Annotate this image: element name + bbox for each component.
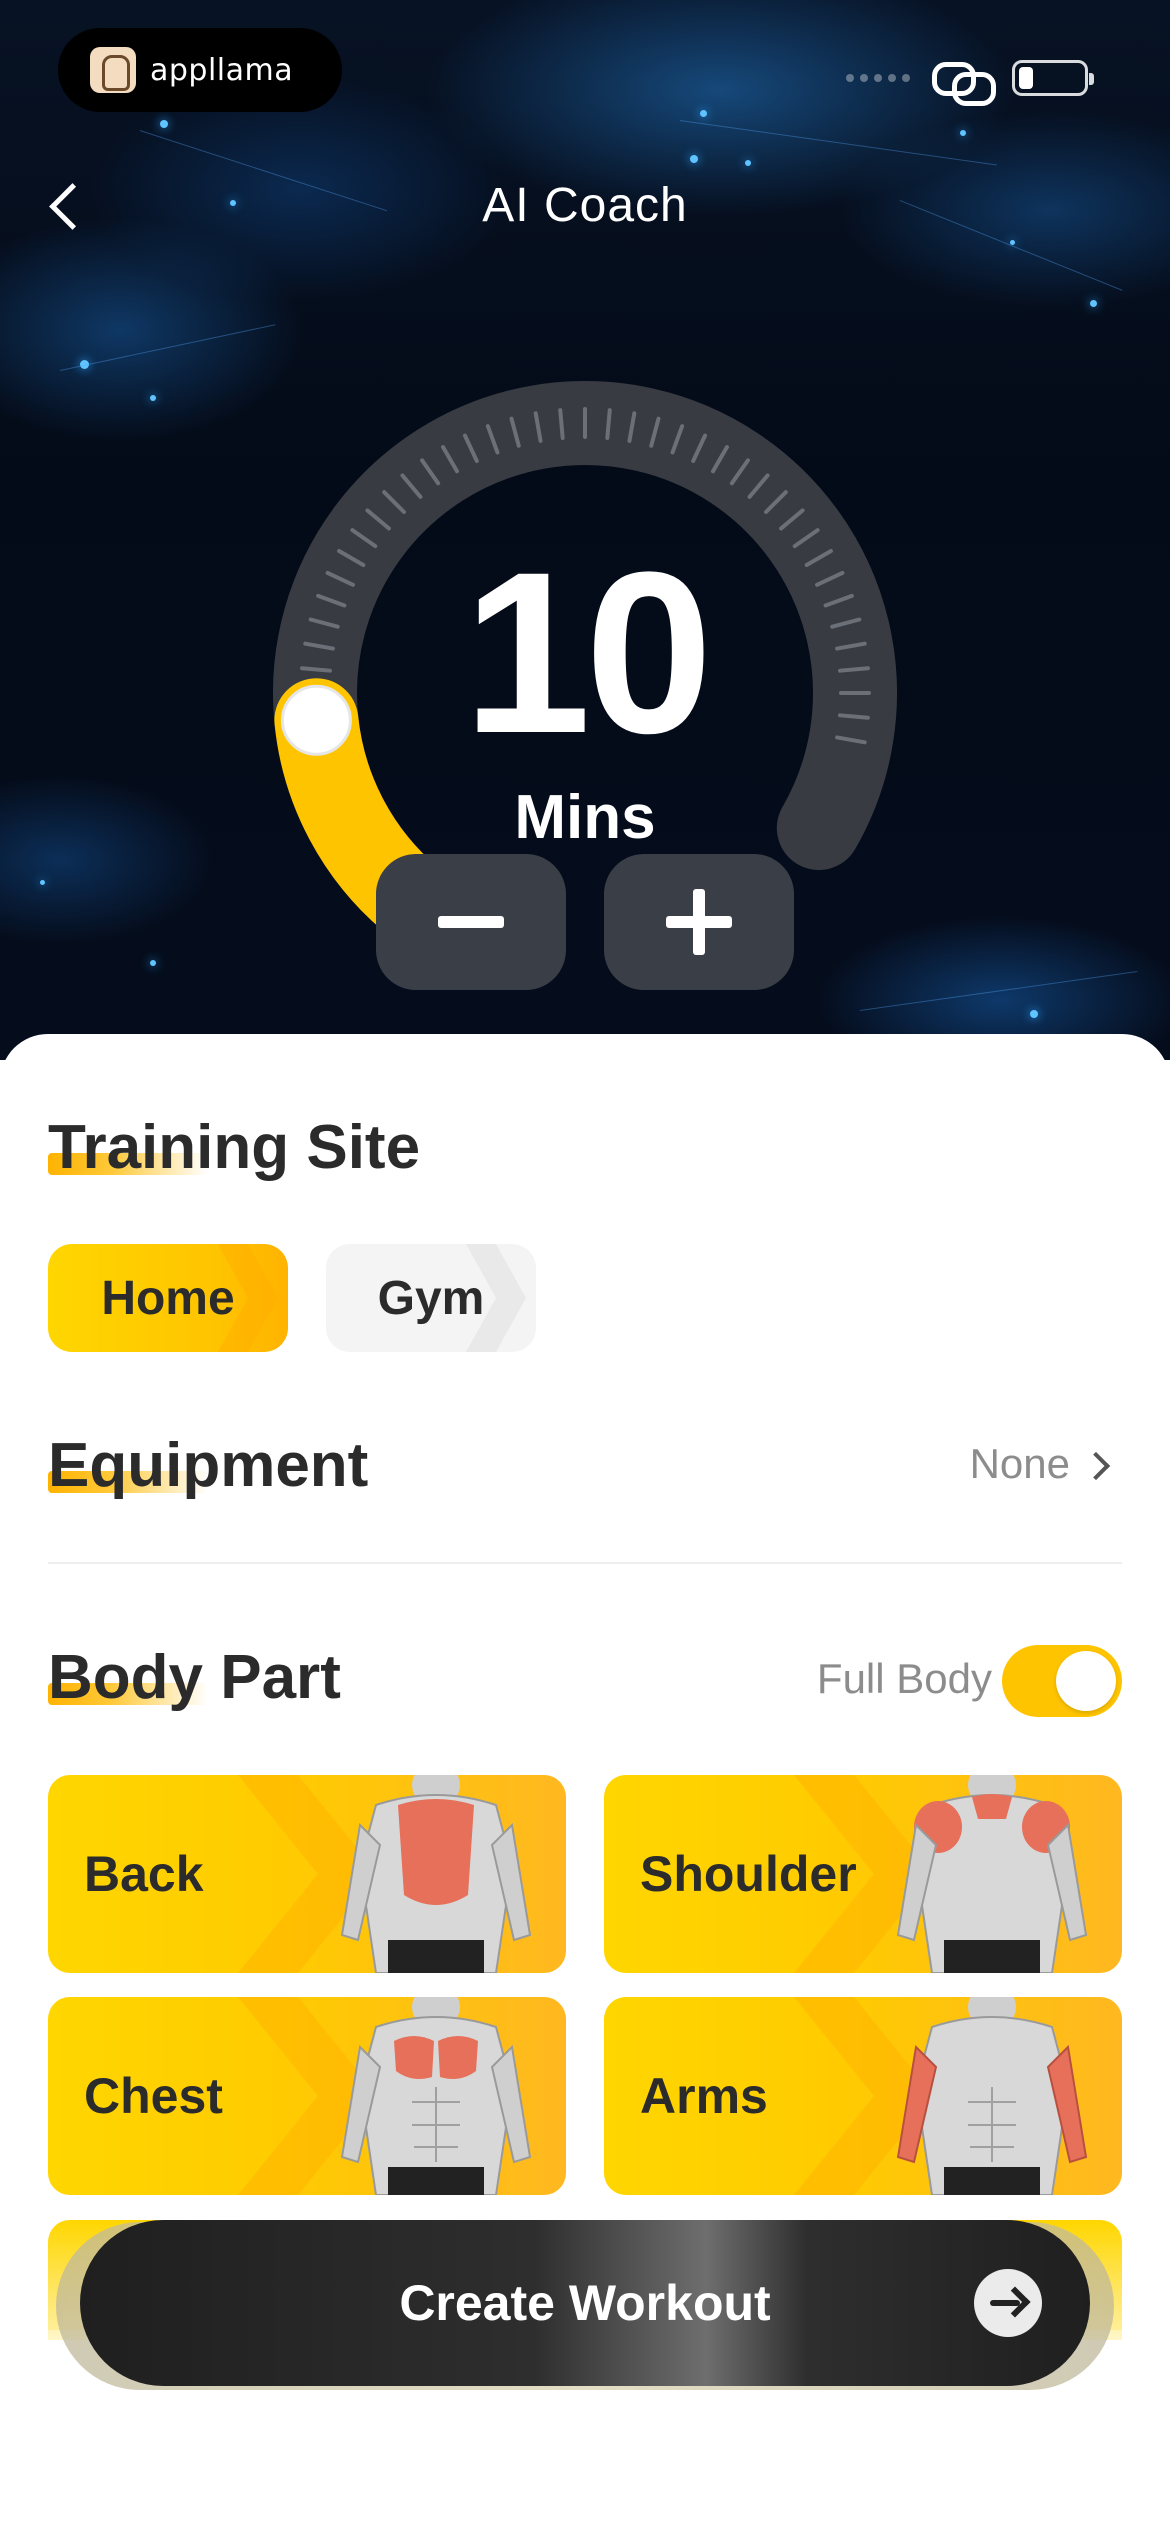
muscle-figure-back-icon <box>340 1775 532 1973</box>
body-part-card-chest[interactable]: Chest <box>48 1997 566 2195</box>
muscle-figure-arms-icon <box>896 1997 1088 2195</box>
background-star <box>40 880 45 885</box>
create-workout-label: Create Workout <box>399 2275 771 2331</box>
page-title: AI Coach <box>482 179 688 232</box>
body-part-label: Back <box>84 1846 204 1902</box>
status-icons <box>846 58 1094 106</box>
link-icon <box>932 58 996 106</box>
body-part-card-shoulder[interactable]: Shoulder <box>604 1775 1122 1973</box>
site-option-home[interactable]: Home <box>48 1244 288 1352</box>
muscle-figure-chest-icon <box>340 1997 532 2195</box>
toggle-knob <box>1056 1651 1116 1711</box>
background-star <box>150 960 156 966</box>
minus-icon <box>438 916 504 928</box>
site-option-gym[interactable]: Gym <box>326 1244 536 1352</box>
training-site-title: Training Site <box>48 1113 421 1182</box>
llama-logo-icon <box>90 47 136 93</box>
brand-badge: appllama <box>58 28 342 112</box>
background-star <box>745 160 751 166</box>
background-star <box>1090 300 1097 307</box>
full-body-label: Full Body <box>816 1655 992 1702</box>
arrow-right-icon <box>974 2269 1042 2337</box>
body-part-label: Chest <box>84 2068 223 2124</box>
background-star <box>690 155 698 163</box>
plus-icon <box>666 889 732 955</box>
network-line <box>60 324 276 371</box>
background-star <box>1030 1010 1038 1018</box>
divider <box>48 1562 1122 1564</box>
body-part-title: Body Part <box>48 1643 341 1712</box>
dial-tick <box>605 408 612 440</box>
increase-duration-button[interactable] <box>604 854 794 990</box>
signal-dots-icon <box>846 74 910 82</box>
full-body-toggle[interactable] <box>1002 1645 1122 1717</box>
decrease-duration-button[interactable] <box>376 854 566 990</box>
equipment-title: Equipment <box>48 1431 369 1500</box>
duration-unit: Mins <box>514 783 656 852</box>
create-workout-button[interactable]: Create Workout <box>80 2220 1090 2386</box>
brand-name: appllama <box>150 52 294 88</box>
body-part-card-arms[interactable]: Arms <box>604 1997 1122 2195</box>
network-line <box>679 120 997 166</box>
battery-icon <box>1012 60 1094 96</box>
body-part-card-back[interactable]: Back <box>48 1775 566 1973</box>
dial-tick <box>558 408 565 440</box>
network-line <box>860 971 1138 1011</box>
duration-dial[interactable]: 10 Mins <box>270 378 900 1008</box>
background-star <box>960 130 966 136</box>
body-part-label: Shoulder <box>640 1846 857 1902</box>
body-part-label: Arms <box>640 2068 768 2124</box>
background-star <box>700 110 707 117</box>
duration-value: 10 <box>463 524 713 781</box>
muscle-figure-shoulder-icon <box>896 1775 1088 1973</box>
background-star <box>160 120 168 128</box>
equipment-value[interactable]: None <box>970 1440 1070 1488</box>
background-star <box>150 395 156 401</box>
